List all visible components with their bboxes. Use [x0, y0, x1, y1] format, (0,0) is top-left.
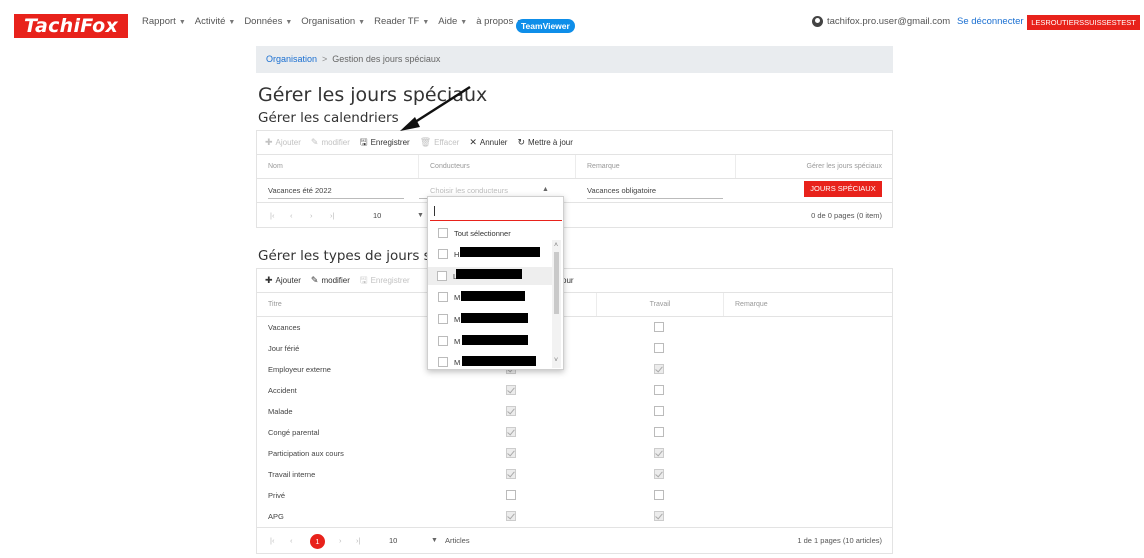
annotation-arrow-icon	[400, 85, 471, 131]
arrow-line	[411, 85, 471, 126]
arrow-head	[400, 117, 420, 131]
